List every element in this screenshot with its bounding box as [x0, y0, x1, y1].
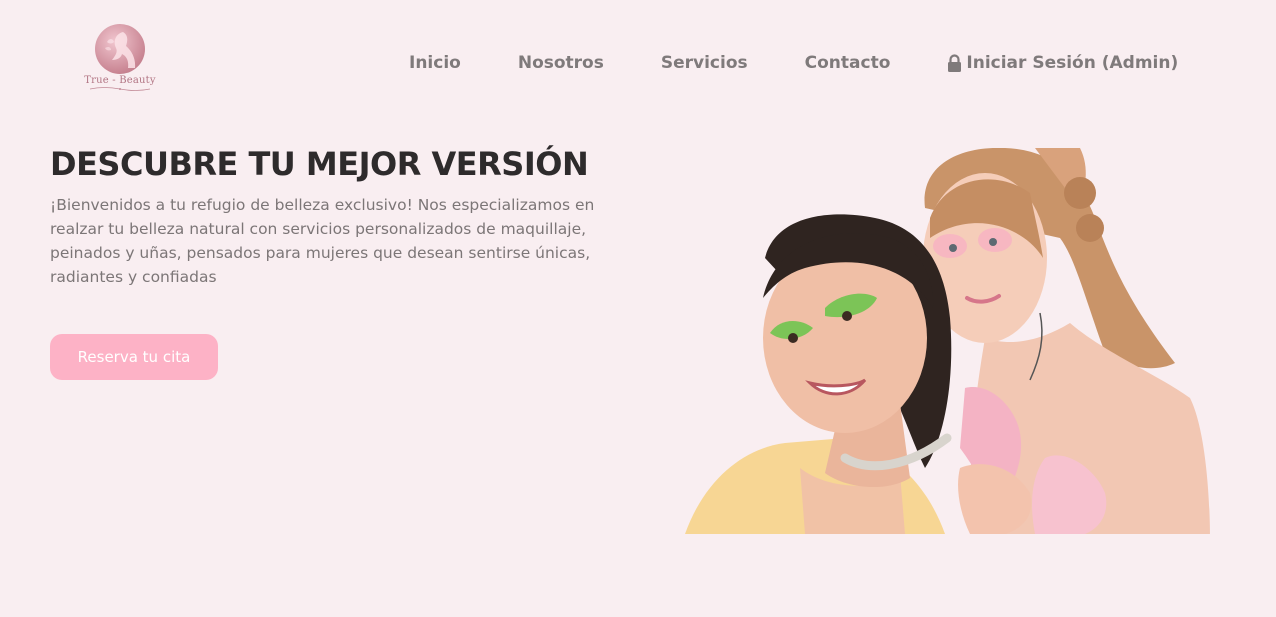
woman-silhouette-logo-icon — [95, 24, 145, 74]
nav-link-servicios[interactable]: Servicios — [661, 53, 748, 73]
nav-link-nosotros[interactable]: Nosotros — [518, 53, 604, 73]
hero-description: ¡Bienvenidos a tu refugio de belleza exc… — [50, 196, 595, 286]
hero-photo — [685, 148, 1210, 534]
brand-name: True - Beauty — [84, 75, 156, 86]
admin-login-label: Iniciar Sesión (Admin) — [966, 53, 1179, 73]
main-nav: Inicio Nosotros Servicios Contacto Inici… — [409, 50, 1180, 76]
nav-link-inicio[interactable]: Inicio — [409, 53, 461, 73]
lock-icon — [948, 54, 962, 72]
brand-logo[interactable]: True - Beauty — [84, 24, 156, 96]
nav-link-admin-login[interactable]: Iniciar Sesión (Admin) — [947, 53, 1178, 73]
nav-link-contacto[interactable]: Contacto — [805, 53, 891, 73]
flourish-divider-icon — [89, 87, 151, 91]
page: True - Beauty Inicio Nosotros Servicios … — [0, 0, 1276, 617]
hero-title: DESCUBRE TU MEJOR VERSIÓN — [50, 145, 589, 183]
book-appointment-button[interactable]: Reserva tu cita — [50, 334, 218, 380]
